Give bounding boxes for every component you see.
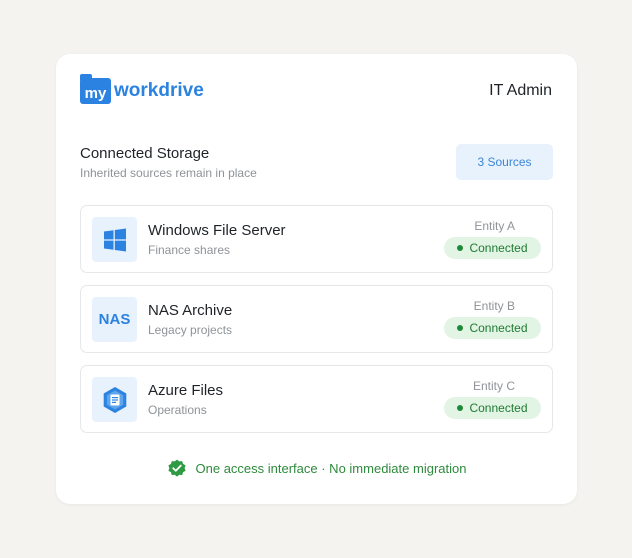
source-entity: Entity B xyxy=(473,299,515,313)
sources-count-badge[interactable]: 3 Sources xyxy=(456,144,553,180)
status-dot-icon xyxy=(457,405,464,411)
source-description: Finance shares xyxy=(148,243,231,257)
source-name: NAS Archive xyxy=(148,302,233,319)
source-entity: Entity A xyxy=(474,219,515,233)
source-name: Azure Files xyxy=(148,382,224,399)
status-dot-icon xyxy=(457,325,464,331)
source-item-windows-file-server[interactable]: Windows File Server Finance shares Entit… xyxy=(80,205,553,273)
azure-files-icon xyxy=(92,377,137,422)
footer-text: One access interface · No immediate migr… xyxy=(195,460,467,476)
footer-note: One access interface · No immediate migr… xyxy=(56,458,577,478)
user-label[interactable]: IT Admin xyxy=(489,82,552,100)
source-entity: Entity C xyxy=(472,379,515,393)
status-badge: Connected xyxy=(444,237,541,259)
status-dot-icon xyxy=(457,245,464,251)
status-badge: Connected xyxy=(444,397,541,419)
sources-list: Windows File Server Finance shares Entit… xyxy=(80,205,553,445)
nas-icon-text: NAS xyxy=(98,311,131,328)
workdrive-logo[interactable]: my workdrive xyxy=(80,74,204,104)
status-label: Connected xyxy=(469,241,528,255)
logo-folder-icon: my xyxy=(80,74,111,104)
verified-check-icon xyxy=(167,459,186,477)
source-name: Windows File Server xyxy=(148,222,286,239)
section-subtitle: Inherited sources remain in place xyxy=(80,166,257,180)
source-item-azure-files[interactable]: Azure Files Operations Entity C Connecte… xyxy=(80,365,553,433)
storage-card: my workdrive IT Admin Connected Storage … xyxy=(56,54,577,504)
windows-icon xyxy=(92,217,137,262)
status-badge: Connected xyxy=(444,317,541,339)
logo-prefix: my xyxy=(84,85,107,102)
source-description: Legacy projects xyxy=(148,323,233,337)
logo-name: workdrive xyxy=(114,80,204,101)
source-description: Operations xyxy=(148,403,207,417)
status-label: Connected xyxy=(469,401,528,415)
status-label: Connected xyxy=(469,321,528,335)
source-item-nas-archive[interactable]: NAS NAS Archive Legacy projects Entity B… xyxy=(80,285,553,353)
section-title: Connected Storage xyxy=(80,145,210,162)
nas-icon: NAS xyxy=(92,297,137,342)
